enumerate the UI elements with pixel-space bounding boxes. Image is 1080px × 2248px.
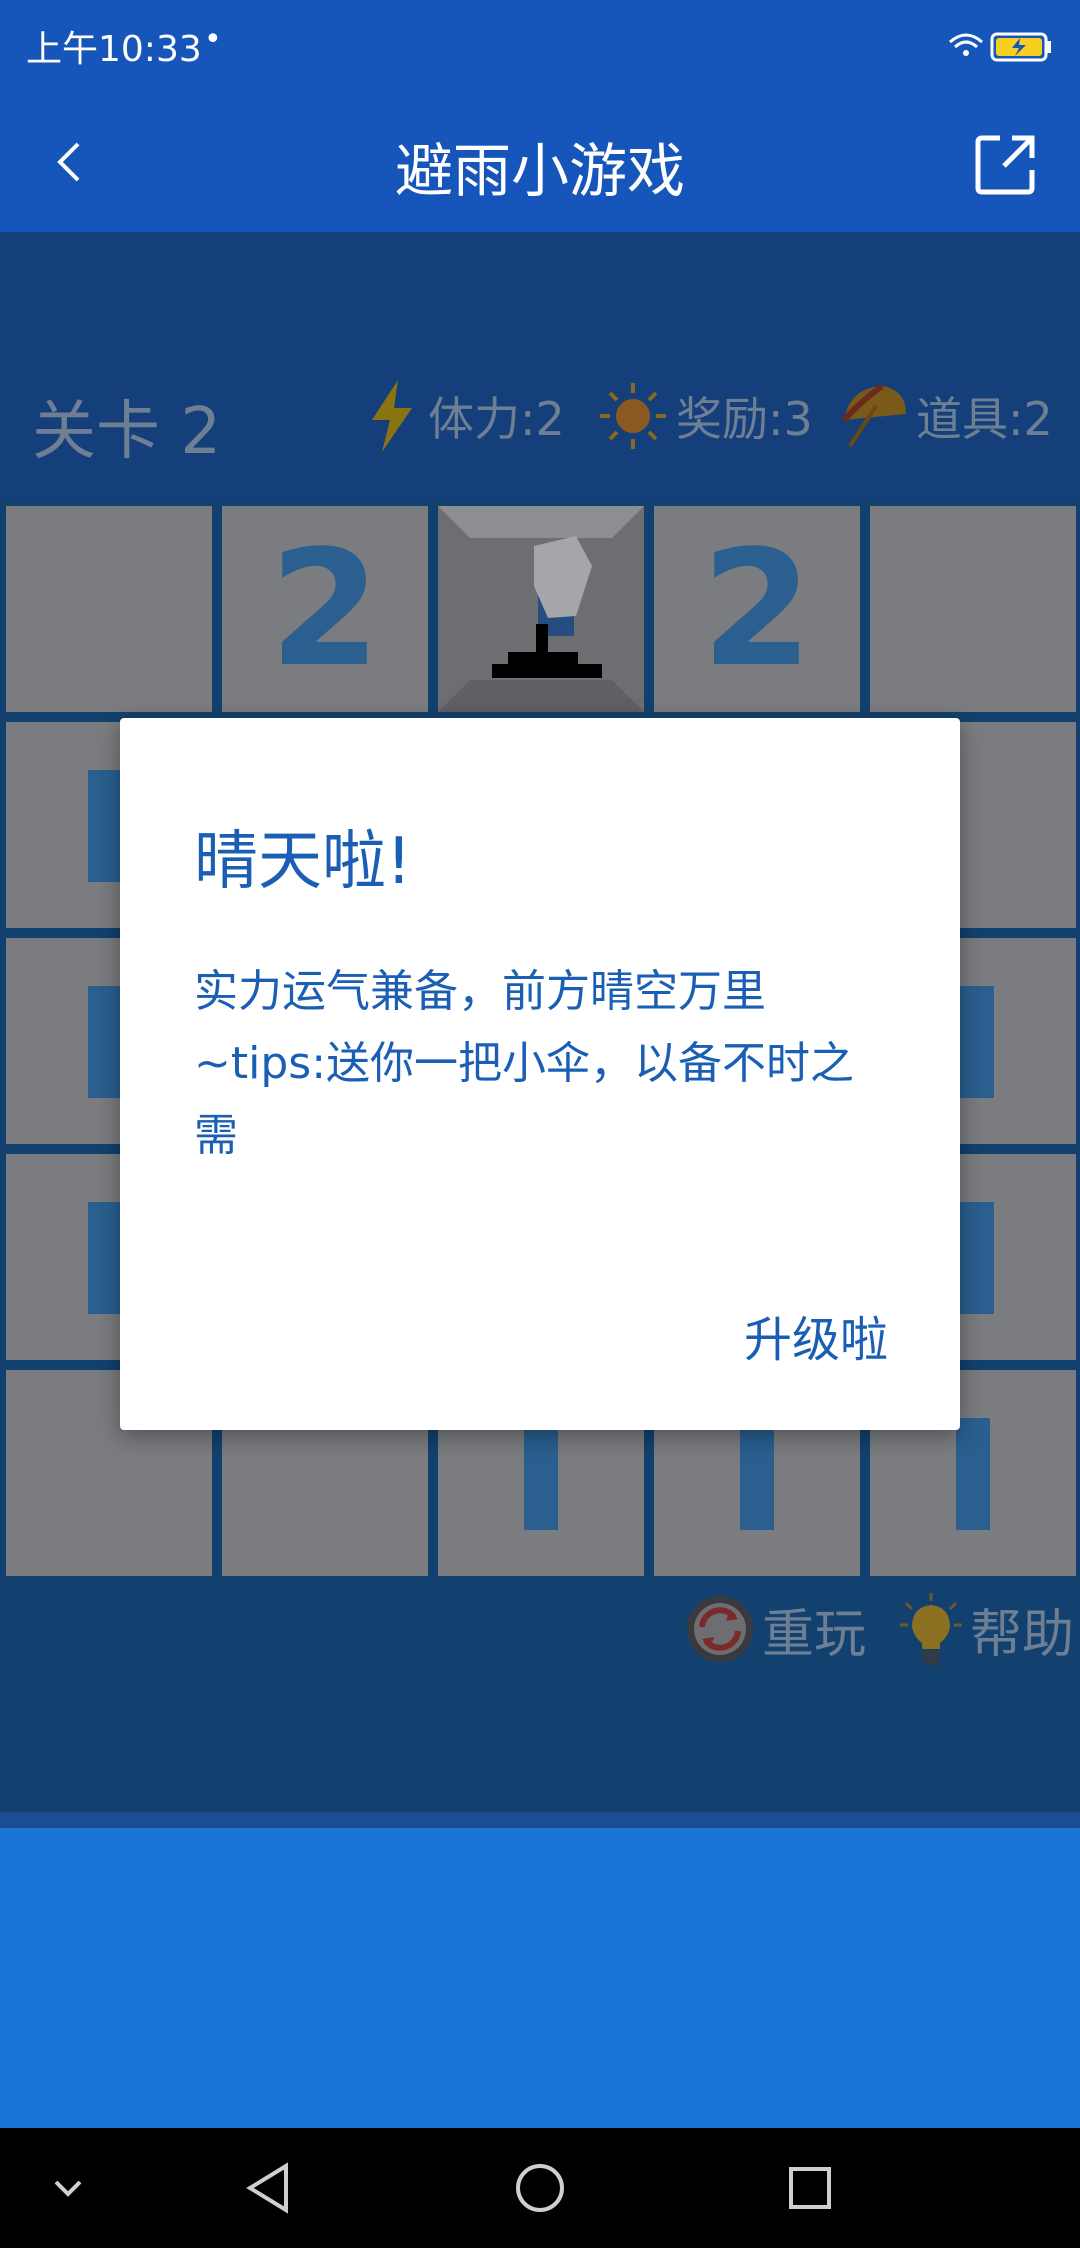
level-up-button[interactable]: 升级啦 <box>744 1300 888 1370</box>
triangle-back-icon <box>246 2162 288 2214</box>
status-time: 上午10:33 <box>26 29 202 70</box>
square-recents-icon <box>789 2167 831 2209</box>
status-icons <box>944 26 1054 70</box>
nav-recents-button[interactable] <box>772 2150 848 2226</box>
page-title: 避雨小游戏 <box>394 137 685 205</box>
circle-home-icon <box>516 2164 564 2212</box>
notification-dot: • <box>204 22 222 57</box>
nav-collapse-button[interactable] <box>30 2150 106 2226</box>
status-bar: 上午10:33 • <box>0 0 1080 92</box>
navigation-bar <box>0 2128 1080 2248</box>
nav-home-button[interactable] <box>502 2150 578 2226</box>
chevron-down-icon <box>54 2180 82 2197</box>
dialog-title: 晴天啦! <box>194 825 412 899</box>
dialog-message: 实力运气兼备，前方晴空万里 ~tips:送你一把小伞，以备不时之需 <box>194 966 855 1161</box>
wifi-battery-icon <box>949 32 1051 62</box>
external-link-icon <box>975 135 1035 195</box>
share-button[interactable] <box>966 124 1046 204</box>
nav-back-button[interactable] <box>232 2150 308 2226</box>
app-bar: 避雨小游戏 <box>0 92 1080 232</box>
level-up-dialog: 晴天啦! 实力运气兼备，前方晴空万里 ~tips:送你一把小伞，以备不时之需 升… <box>120 718 960 1430</box>
